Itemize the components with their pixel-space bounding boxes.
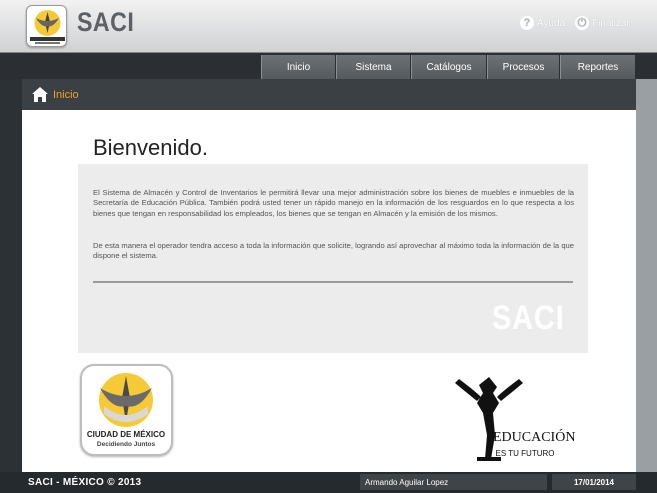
question-icon: ? [520, 16, 534, 30]
app-footer: SACI - MÉXICO © 2013 Armando Aguilar Lop… [0, 472, 657, 493]
logout-label: Finalizar [592, 17, 630, 29]
current-date: 17/01/2014 [552, 474, 636, 490]
main-nav: Inicio Sistema Catálogos Procesos Report… [0, 53, 657, 79]
home-icon[interactable] [31, 86, 49, 103]
current-user: Armando Aguilar Lopez [360, 474, 547, 490]
nav-procesos[interactable]: Procesos [487, 55, 559, 79]
page-title: Bienvenido. [93, 135, 208, 160]
app-title: SACI [77, 7, 135, 37]
access-paragraph: De esta manera el operador tendra acceso… [93, 241, 574, 261]
left-frame [0, 79, 22, 472]
breadcrumb: Inicio [22, 79, 636, 110]
saci-watermark: SACI [492, 299, 565, 337]
welcome-panel: El Sistema de Almacén y Control de Inven… [78, 164, 588, 353]
city-slogan-text: Decidiendo Juntos [97, 441, 156, 448]
app-header: SACI ? Ayuda ⏻ Finalizar [0, 0, 657, 53]
nav-catalogos[interactable]: Catálogos [411, 55, 486, 79]
main-content: Bienvenido. El Sistema de Almacén y Cont… [22, 110, 636, 472]
intro-paragraph: El Sistema de Almacén y Control de Inven… [93, 188, 574, 218]
cdmx-logo-small [26, 5, 67, 47]
educacion-logo: EDUCACIÓN ES TU FUTURO [449, 373, 579, 465]
breadcrumb-current[interactable]: Inicio [53, 89, 79, 101]
logout-link[interactable]: ⏻ Finalizar [575, 16, 630, 30]
nav-sistema[interactable]: Sistema [336, 55, 410, 79]
city-name-text: CIUDAD DE MÉXICO [87, 430, 165, 439]
copyright-text: SACI - MÉXICO © 2013 [28, 477, 142, 488]
power-icon: ⏻ [575, 16, 589, 30]
help-link[interactable]: ? Ayuda [520, 16, 565, 30]
edu-title-text: EDUCACIÓN [493, 428, 575, 445]
cdmx-logo: CIUDAD DE MÉXICO Decidiendo Juntos [80, 364, 173, 456]
nav-reportes[interactable]: Reportes [560, 55, 635, 79]
divider [93, 281, 573, 283]
help-label: Ayuda [537, 17, 566, 29]
nav-inicio[interactable]: Inicio [261, 55, 335, 79]
edu-slogan-text: ES TU FUTURO [496, 449, 555, 458]
right-frame [636, 79, 657, 472]
